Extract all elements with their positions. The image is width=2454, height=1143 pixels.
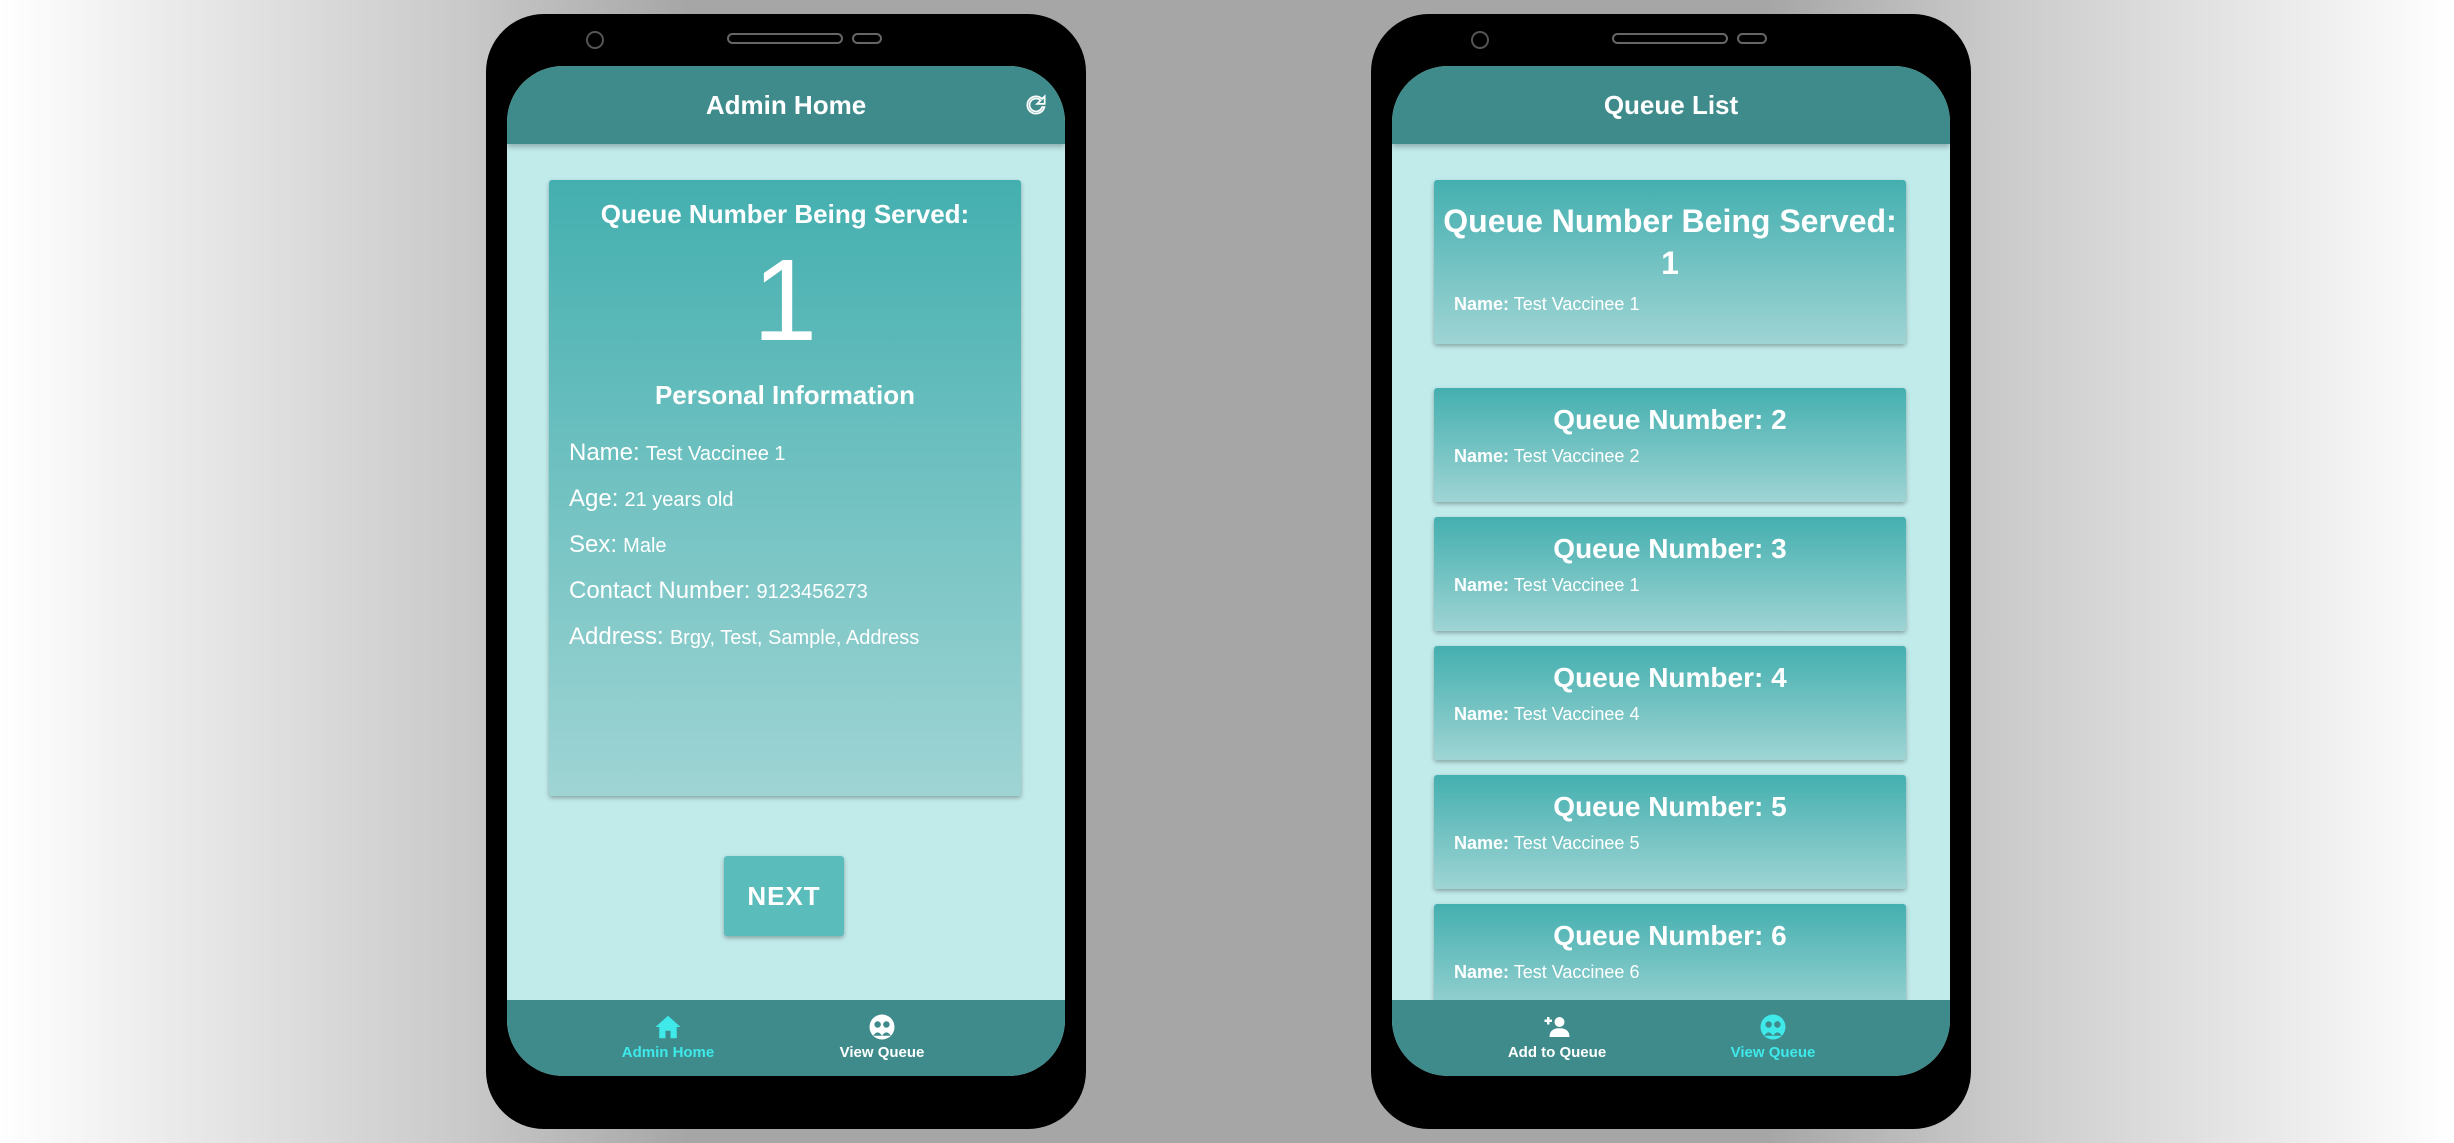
- name-value: Test Vaccinee 2: [1513, 446, 1640, 466]
- app-bar: Admin Home: [507, 66, 1065, 144]
- name-row: Name: Test Vaccinee 2: [1454, 446, 1906, 467]
- name-value: Test Vaccinee 1: [1513, 294, 1640, 314]
- admin-phone-frame: Admin Home Queue Number Being Served: 1 …: [486, 14, 1086, 1129]
- info-name: Name: Test Vaccinee 1: [569, 439, 1021, 467]
- front-camera: [586, 31, 604, 49]
- name-label: Name:: [1454, 833, 1510, 853]
- name-label: Name:: [1454, 575, 1510, 595]
- sensor: [1737, 33, 1767, 44]
- nav-label: Add to Queue: [1507, 1044, 1607, 1061]
- info-address: Address: Brgy, Test, Sample, Address: [569, 623, 1021, 651]
- queue-item[interactable]: Queue Number: 5 Name: Test Vaccinee 5: [1434, 775, 1906, 889]
- queue-item[interactable]: Queue Number: 4 Name: Test Vaccinee 4: [1434, 646, 1906, 760]
- info-label: Address:: [569, 623, 664, 650]
- nav-add-to-queue[interactable]: Add to Queue: [1482, 1012, 1632, 1061]
- name-row: Name: Test Vaccinee 1: [1454, 575, 1906, 596]
- queue-number: Queue Number: 5: [1553, 791, 1787, 822]
- nav-label: View Queue: [839, 1044, 925, 1061]
- info-value: 21 years old: [624, 489, 734, 511]
- name-label: Name:: [1454, 446, 1510, 466]
- page-title: Queue List: [1603, 89, 1739, 120]
- info-label: Sex:: [569, 531, 618, 558]
- add-person-icon: [1544, 1017, 1570, 1037]
- name-label: Name:: [1454, 294, 1510, 314]
- serving-name-row: Name: Test Vaccinee 1: [1454, 294, 1906, 315]
- app-bar: Queue List: [1392, 66, 1950, 144]
- info-sex: Sex: Male: [569, 531, 1021, 559]
- front-camera: [1471, 31, 1489, 49]
- nav-view-queue[interactable]: View Queue: [1698, 1012, 1848, 1061]
- nav-view-queue[interactable]: View Queue: [807, 1012, 957, 1061]
- info-label: Age:: [569, 485, 619, 512]
- info-label: Contact Number:: [569, 577, 751, 604]
- queue-item[interactable]: Queue Number: 2 Name: Test Vaccinee 2: [1434, 388, 1906, 502]
- earpiece-speaker: [1612, 33, 1728, 44]
- serving-heading: Queue Number Being Served: 1: [1434, 200, 1906, 284]
- bottom-nav: Add to Queue View Queue: [1392, 1000, 1950, 1076]
- info-age: Age: 21 years old: [569, 485, 1021, 513]
- nav-label: Admin Home: [621, 1044, 715, 1061]
- serving-number: 1: [1661, 245, 1679, 281]
- earpiece-speaker: [727, 33, 843, 44]
- queue-number: Queue Number: 3: [1553, 533, 1787, 564]
- info-label: Name:: [569, 439, 640, 466]
- info-value: Brgy, Test, Sample, Address: [669, 627, 920, 649]
- name-label: Name:: [1454, 704, 1510, 724]
- info-value: 9123456273: [756, 581, 868, 603]
- serving-label: Queue Number Being Served:: [600, 199, 970, 229]
- info-value: Male: [623, 535, 667, 557]
- name-row: Name: Test Vaccinee 4: [1454, 704, 1906, 725]
- nav-label: View Queue: [1730, 1044, 1816, 1061]
- name-value: Test Vaccinee 6: [1513, 962, 1640, 982]
- queue-number: Queue Number: 2: [1553, 404, 1787, 435]
- serving-card: Queue Number Being Served: 1 Personal In…: [549, 180, 1021, 796]
- admin-screen: Admin Home Queue Number Being Served: 1 …: [507, 66, 1065, 1076]
- personal-info-title: Personal Information: [654, 380, 916, 410]
- name-value: Test Vaccinee 1: [1513, 575, 1640, 595]
- page-title: Admin Home: [705, 89, 867, 120]
- info-value: Test Vaccinee 1: [645, 443, 786, 465]
- bottom-nav: Admin Home View Queue: [507, 1000, 1065, 1076]
- sensor: [852, 33, 882, 44]
- queue-item[interactable]: Queue Number: 3 Name: Test Vaccinee 1: [1434, 517, 1906, 631]
- queue-faces-icon: [1760, 1014, 1786, 1040]
- info-contact: Contact Number: 9123456273: [569, 577, 1021, 605]
- serving-label: Queue Number Being Served:: [1443, 203, 1897, 239]
- name-row: Name: Test Vaccinee 5: [1454, 833, 1906, 854]
- refresh-icon[interactable]: [1023, 92, 1049, 118]
- next-button[interactable]: NEXT: [724, 856, 844, 936]
- name-row: Name: Test Vaccinee 6: [1454, 962, 1906, 983]
- nav-admin-home[interactable]: Admin Home: [593, 1012, 743, 1061]
- serving-number: 1: [752, 235, 818, 365]
- name-value: Test Vaccinee 4: [1513, 704, 1640, 724]
- queue-number: Queue Number: 4: [1553, 662, 1787, 693]
- name-label: Name:: [1454, 962, 1510, 982]
- queue-screen: Queue List Queue Number Being Served: 1 …: [1392, 66, 1950, 1076]
- home-icon: [655, 1015, 681, 1039]
- queue-number: Queue Number: 6: [1553, 920, 1787, 951]
- queue-phone-frame: Queue List Queue Number Being Served: 1 …: [1371, 14, 1971, 1129]
- name-value: Test Vaccinee 5: [1513, 833, 1640, 853]
- queue-faces-icon: [869, 1014, 895, 1040]
- serving-card: Queue Number Being Served: 1 Name: Test …: [1434, 180, 1906, 344]
